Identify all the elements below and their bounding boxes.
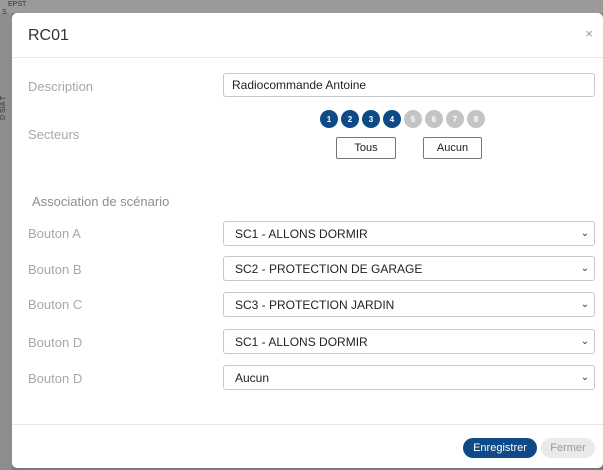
button-d-label: Bouton D: [28, 335, 83, 350]
chevron-down-icon: ⌄: [580, 299, 590, 310]
remote-control-modal: RC01 × Description Secteurs 1 2 3 4 5 6 …: [12, 13, 603, 468]
sector-toggle-2[interactable]: 2: [341, 110, 359, 128]
button-a-scenario-select[interactable]: SC1 - ALLONS DORMIR ⌄: [223, 221, 595, 246]
button-d-scenario-select[interactable]: SC1 - ALLONS DORMIR ⌄: [223, 329, 595, 354]
button-c-scenario-select[interactable]: SC3 - PROTECTION JARDIN ⌄: [223, 292, 595, 317]
select-value: Aucun: [235, 370, 270, 385]
select-value: SC1 - ALLONS DORMIR: [235, 334, 368, 349]
modal-title: RC01: [28, 27, 69, 44]
description-input[interactable]: [223, 73, 595, 97]
chevron-down-icon: ⌄: [580, 336, 590, 347]
header-divider: [12, 57, 603, 58]
select-all-sectors-button[interactable]: Tous: [336, 137, 396, 159]
background-text: D S/A T: [0, 96, 7, 120]
select-value: SC2 - PROTECTION DE GARAGE: [235, 261, 423, 276]
button-d2-label: Bouton D: [28, 371, 83, 386]
chevron-down-icon: ⌄: [580, 263, 590, 274]
button-b-scenario-select[interactable]: SC2 - PROTECTION DE GARAGE ⌄: [223, 256, 595, 281]
select-value: SC3 - PROTECTION JARDIN: [235, 297, 395, 312]
sector-toggle-7[interactable]: 7: [446, 110, 464, 128]
footer-divider: [12, 424, 603, 425]
button-c-label: Bouton C: [28, 297, 83, 312]
description-label: Description: [28, 79, 94, 94]
sector-toggle-5[interactable]: 5: [404, 110, 422, 128]
scenario-association-heading: Association de scénario: [32, 194, 170, 209]
select-value: SC1 - ALLONS DORMIR: [235, 226, 368, 241]
sector-toggle-4[interactable]: 4: [383, 110, 401, 128]
background-top-bar: [0, 0, 603, 13]
button-d2-scenario-select[interactable]: Aucun ⌄: [223, 365, 595, 390]
save-button[interactable]: Enregistrer: [463, 438, 537, 458]
button-a-label: Bouton A: [28, 226, 81, 241]
chevron-down-icon: ⌄: [580, 228, 590, 239]
sector-toggle-3[interactable]: 3: [362, 110, 380, 128]
close-icon[interactable]: ×: [585, 26, 593, 41]
select-no-sectors-button[interactable]: Aucun: [423, 137, 482, 159]
background-left-strip: [0, 13, 12, 470]
sector-toggle-6[interactable]: 6: [425, 110, 443, 128]
background-text: S: [2, 9, 7, 16]
button-b-label: Bouton B: [28, 262, 82, 277]
close-button[interactable]: Fermer: [541, 438, 595, 458]
background-text: EPST: [8, 1, 27, 8]
sectors-label: Secteurs: [28, 127, 80, 142]
sector-toggle-8[interactable]: 8: [467, 110, 485, 128]
chevron-down-icon: ⌄: [580, 372, 590, 383]
sector-selector: 1 2 3 4 5 6 7 8: [320, 110, 485, 128]
sector-toggle-1[interactable]: 1: [320, 110, 338, 128]
